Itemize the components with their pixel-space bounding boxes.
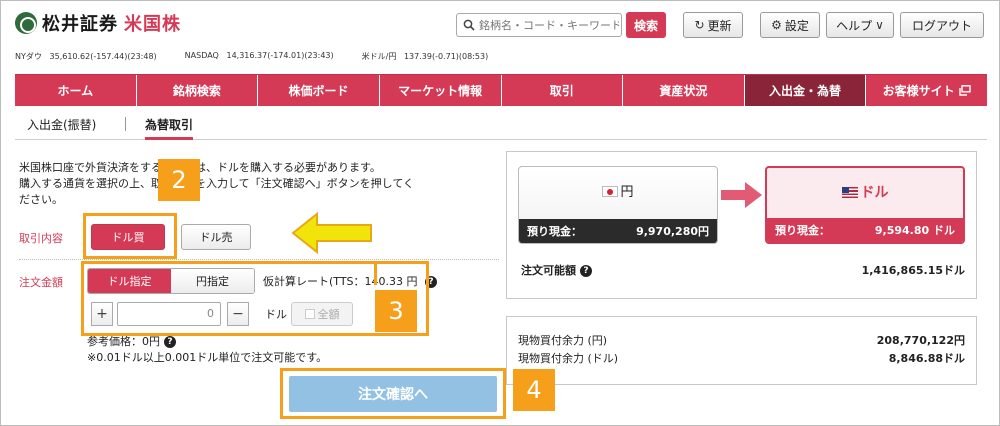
nav-item-stock-board[interactable]: 株価ボード [258, 75, 380, 106]
refresh-button[interactable]: ↻ 更新 [683, 12, 743, 38]
us-flag-icon [841, 187, 858, 198]
search-box[interactable] [456, 13, 622, 37]
reference-price-text: 参考価格：0円 [87, 335, 160, 348]
ticker-value: 137.39(-0.71)(08:53) [403, 52, 489, 61]
available-amount-value: 1,416,865.15ドル [861, 264, 965, 277]
usd-deposit-bar: 預り現金： 9,594.80 ドル [767, 218, 963, 242]
nav-item-trade[interactable]: 取引 [502, 75, 624, 106]
available-amount-label-wrap: 注文可能額? [521, 262, 592, 278]
nav-item-deposit-fx[interactable]: 入出金・為替 [744, 75, 867, 106]
settings-label: 設定 [784, 18, 809, 33]
tab-deposit-transfer[interactable]: 入出金(振替) [27, 116, 96, 133]
usd-card[interactable]: ドル 預り現金： 9,594.80 ドル [765, 166, 965, 244]
help-label: ヘルプ [836, 18, 873, 33]
nav-item-stock-search[interactable]: 銘柄検索 [137, 75, 259, 106]
usd-deposit-value: 9,594.80 ドル [874, 224, 955, 237]
jpy-deposit-value: 9,970,280円 [636, 225, 709, 238]
section-name: 米国株 [124, 14, 181, 35]
ticker-label: NYダウ [15, 52, 42, 61]
row-divider [19, 259, 499, 260]
nav-item-assets[interactable]: 資産状況 [623, 75, 745, 106]
ticker-value: 14,316.37(-174.01)(23:43) [226, 51, 334, 60]
sell-dollar-button[interactable]: ドル売 [181, 224, 251, 250]
help-icon[interactable]: ? [580, 265, 592, 277]
jpy-currency: 円 [519, 181, 717, 200]
instruction-line: 米国株口座で外貨決済をするためには、ドルを購入する必要があります。 [19, 160, 489, 176]
gear-icon: ⚙ [771, 18, 782, 32]
brand-emblem-icon [15, 12, 37, 34]
help-icon[interactable]: ? [164, 336, 176, 348]
brand-logo[interactable]: 松井証券 米国株 [15, 11, 181, 35]
highlight-box-amount-top [81, 261, 377, 285]
instruction-line: ださい。 [19, 193, 63, 206]
ticker-label: NASDAQ [184, 51, 219, 60]
spot-yen-row: 現物買付余力 (円) 208,770,122円 [518, 332, 965, 348]
reference-info: 参考価格：0円? ※0.01ドル以上0.001ドル単位で注文可能です。 [87, 334, 327, 366]
spot-yen-value: 208,770,122円 [876, 334, 965, 347]
pointer-arrow-icon [291, 211, 372, 255]
instruction-line: 購入する通貨を選択の上、取引内容を入力して「注文確認へ」ボタンを押してく [19, 177, 415, 190]
usd-currency: ドル [767, 182, 963, 202]
ticker-label: 米ドル/円 [361, 52, 397, 61]
japan-flag-icon [602, 186, 619, 197]
highlight-box-amount-right [374, 261, 429, 288]
step-badge-2: 2 [158, 159, 200, 201]
main-nav: ホーム 銘柄検索 株価ボード マーケット情報 取引 資産状況 入出金・為替 お客… [15, 74, 987, 106]
ticker-item: 米ドル/円 137.39(-0.71)(08:53) [362, 51, 489, 62]
reference-price: 参考価格：0円? [87, 334, 327, 350]
highlight-box-trade-type [83, 213, 177, 259]
search-button[interactable]: 検索 [626, 12, 666, 38]
settings-button[interactable]: ⚙ 設定 [760, 12, 820, 38]
tab-fx-trade[interactable]: 為替取引 [145, 116, 194, 140]
app-window: 松井証券 米国株 検索 ↻ 更新 ⚙ 設定 ヘルプ ∨ ログアウト NYダウ 3… [0, 0, 1000, 426]
refresh-icon: ↻ [694, 18, 705, 32]
ticker-value: 35,610.62(-157.44)(23:48) [49, 52, 157, 61]
refresh-label: 更新 [707, 18, 732, 33]
search-icon [463, 19, 475, 31]
available-amount-label: 注文可能額 [521, 264, 576, 277]
chevron-down-icon: ∨ [875, 18, 884, 32]
nav-item-home[interactable]: ホーム [15, 75, 137, 106]
nav-item-customer-site[interactable]: お客様サイト [866, 75, 987, 106]
help-button[interactable]: ヘルプ ∨ [826, 12, 894, 38]
spot-usd-row: 現物買付余力 (ドル) 8,846.88ドル [518, 350, 965, 366]
usd-currency-label: ドル [860, 185, 889, 201]
order-amount-label: 注文金額 [19, 276, 63, 289]
tab-divider [125, 117, 126, 131]
spot-usd-label: 現物買付余力 (ドル) [518, 352, 619, 365]
jpy-deposit-bar: 預り現金： 9,970,280円 [519, 219, 717, 243]
sub-tabs: 入出金(振替) 為替取引 [15, 112, 987, 140]
spot-usd-value: 8,846.88ドル [888, 352, 965, 365]
external-window-icon [958, 85, 971, 96]
trade-type-label: 取引内容 [19, 232, 63, 245]
ticker-item: NASDAQ 14,316.37(-174.01)(23:43) [185, 51, 334, 62]
highlight-box-submit [280, 368, 506, 419]
instructions: 米国株口座で外貨決済をするためには、ドルを購入する必要があります。 購入する通貨… [19, 160, 489, 208]
logout-button[interactable]: ログアウト [900, 12, 984, 38]
jpy-card[interactable]: 円 預り現金： 9,970,280円 [518, 166, 718, 244]
search-input[interactable] [479, 18, 619, 32]
available-amount-row: 注文可能額? 1,416,865.15ドル [521, 262, 965, 278]
nav-item-market-info[interactable]: マーケット情報 [380, 75, 502, 106]
step-badge-3: 3 [375, 290, 417, 332]
convert-arrow-icon [721, 182, 762, 208]
usd-deposit-label: 預り現金： [775, 224, 830, 237]
ticker-item: NYダウ 35,610.62(-157.44)(23:48) [15, 51, 157, 62]
brand-name: 松井証券 [42, 14, 118, 35]
step-badge-4: 4 [513, 369, 555, 411]
market-ticker: NYダウ 35,610.62(-157.44)(23:48) NASDAQ 14… [15, 51, 488, 62]
spot-yen-label: 現物買付余力 (円) [518, 334, 608, 347]
nav-item-label: お客様サイト [882, 84, 955, 98]
jpy-deposit-label: 預り現金： [527, 225, 582, 238]
order-unit-note: ※0.01ドル以上0.001ドル単位で注文可能です。 [87, 351, 328, 364]
jpy-currency-label: 円 [620, 185, 634, 200]
